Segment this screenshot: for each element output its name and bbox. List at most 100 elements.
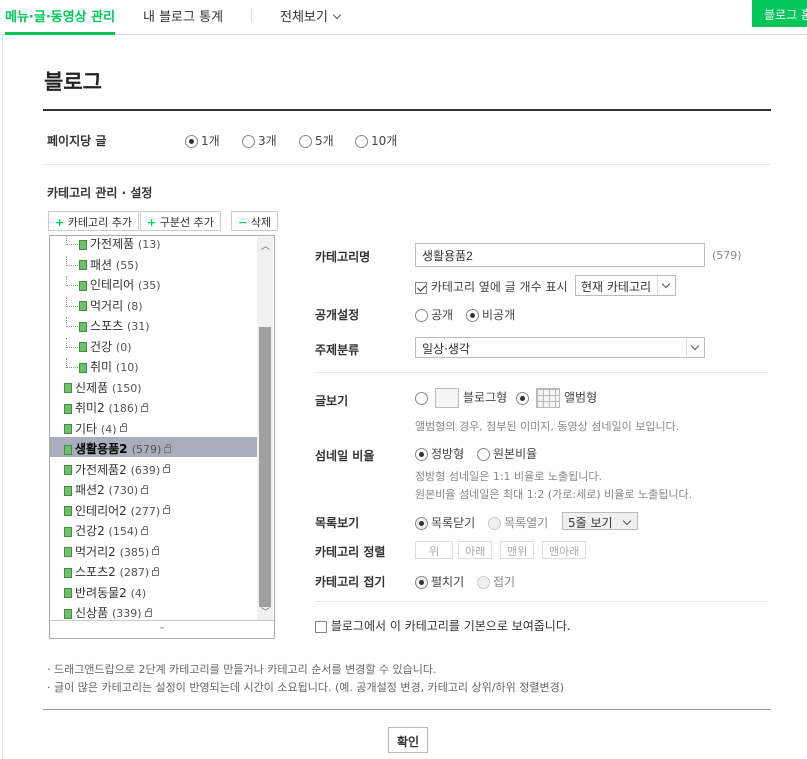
posts-per-page-3[interactable]: 3개 [242,132,277,149]
thumbnail-square[interactable]: 정방형 [415,445,464,462]
list-close[interactable]: 목록닫기 [415,514,475,531]
view-mode-blog[interactable]: 블로그형 [415,388,507,408]
tab-view-all[interactable]: 전체보기 [280,6,342,25]
view-mode-hint: 앨범형의 경우, 첨부된 이미지, 동영상 섬네일이 보입니다. [415,420,680,433]
button-label: 구분선 추가 [159,216,214,229]
category-tree[interactable]: 가전제품 (13) 패션 (55) 인테리어 (35) 먹거리 (8) 스포츠 (31)… [49,235,275,639]
section-divider [43,164,770,165]
top-navigation: 메뉴·글·동영상 관리 내 블로그 통계 전체보기 블로그 홈 [0,0,807,35]
tree-connector [66,236,78,245]
radio-icon [516,391,529,405]
option-label: 비공개 [482,308,516,322]
category-item[interactable]: 인테리어 (35) [50,273,257,293]
lock-icon [144,607,152,617]
category-item[interactable]: 건강2 (154) [50,519,257,539]
category-item[interactable]: 신상품 (339) [50,601,257,621]
view-mode-album[interactable]: 앨범형 [516,388,597,408]
sort-up-button[interactable]: 위 [415,541,453,559]
fold-label: 카테고리 접기 [315,575,386,589]
category-item[interactable]: 기타 (4) [50,417,257,437]
sort-bottom-button[interactable]: 맨아래 [542,541,587,559]
lock-icon [164,443,172,453]
posts-per-page-5[interactable]: 5개 [299,132,334,149]
visibility-public[interactable]: 공개 [415,306,453,323]
thumbnail-original[interactable]: 원본비율 [477,445,537,462]
topic-select[interactable]: 일상·생각 [415,337,705,358]
category-icon [64,526,72,537]
category-name-input[interactable] [415,243,705,267]
visibility-private[interactable]: 비공개 [466,306,515,323]
category-item[interactable]: 취미2 (186) [50,396,257,416]
category-count: (730) [108,484,139,497]
category-item[interactable]: 생활용품2 (579) [50,437,257,457]
lock-icon [141,484,149,494]
category-item[interactable]: 건강 (0) [50,335,257,355]
fold-collapse[interactable]: 접기 [477,573,515,590]
scrollbar[interactable]: ︿ ﹀ [257,237,273,620]
category-item[interactable]: 패션2 (730) [50,478,257,498]
sort-top-button[interactable]: 맨위 [500,541,535,559]
radio-icon [477,448,490,461]
posts-per-page-label: 페이지당 글 [47,134,107,148]
category-item[interactable]: 패션 (55) [50,253,257,273]
category-icon [79,239,87,250]
scroll-up-icon[interactable]: ︿ [261,239,270,252]
category-item[interactable]: 신제품 (150) [50,376,257,396]
note-drag-drop: · 드래그앤드랍으로 2단계 카테고리를 만들거나 카테고리 순서를 변경할 수… [47,663,437,676]
scroll-down-icon[interactable]: ﹀ [261,605,270,618]
default-category-checkbox[interactable]: 블로그에서 이 카테고리를 기본으로 보여줍니다. [315,617,571,634]
scrollbar-thumb[interactable] [259,327,271,607]
category-item[interactable]: 취미 (10) [50,355,257,375]
posts-per-page-10[interactable]: 10개 [355,132,397,149]
category-item[interactable]: 가전제품 (13) [50,236,257,252]
tree-connector [66,317,78,327]
category-name: 인테리어2 [75,503,127,518]
tab-menu-post-video[interactable]: 메뉴·글·동영상 관리 [5,6,116,35]
radio-icon [415,517,428,530]
fold-expand[interactable]: 펼치기 [415,573,464,590]
category-item[interactable]: 스포츠2 (287) [50,560,257,580]
option-label: 목록열기 [504,516,549,530]
sort-down-button[interactable]: 아래 [458,541,493,559]
category-icon [64,383,72,393]
list-open[interactable]: 목록열기 [488,514,548,531]
category-name: 기타 [75,421,98,436]
posts-per-page-1[interactable]: 1개 [185,132,220,149]
lock-icon [141,402,149,412]
tab-blog-stats[interactable]: 내 블로그 통계 [143,6,223,25]
category-count: (55) [115,258,139,272]
show-count-checkbox[interactable]: 카테고리 옆에 글 개수 표시 [415,278,568,295]
category-item[interactable]: 스포츠 (31) [50,314,257,334]
delete-button[interactable]: − 삭제 [231,211,278,231]
category-name: 먹거리 [90,298,124,313]
confirm-button[interactable]: 확인 [388,727,428,753]
category-item[interactable]: 먹거리2 (385) [50,540,257,560]
category-name: 생활용품2 [75,442,128,456]
category-name: 건강2 [75,524,105,538]
add-divider-button[interactable]: + 구분선 추가 [140,211,221,231]
category-count: (4) [130,586,147,600]
category-icon [79,342,87,352]
checkbox-label: 카테고리 옆에 글 개수 표시 [430,280,568,294]
category-name: 가전제품2 [75,462,127,477]
category-item[interactable]: 인테리어2 (277) [50,499,257,519]
category-item[interactable]: 가전제품2 (639) [50,458,257,478]
view-mode-label: 글보기 [315,394,349,408]
category-count: (639) [130,463,161,477]
option-label: 블로그형 [463,390,508,405]
left-border [2,35,3,759]
count-scope-select[interactable]: 현재 카테고리 [575,275,676,296]
lock-icon [119,423,127,432]
blog-home-button[interactable]: 블로그 홈 [752,0,807,27]
option-label: 10개 [371,134,398,148]
lock-icon [163,505,171,514]
list-rows-select[interactable]: 5줄 보기 [562,512,638,530]
option-label: 목록닫기 [431,516,476,530]
note-processing-time: · 글이 많은 카테고리는 설정이 반영되는데 시간이 소요됩니다. (예. 공… [47,681,565,694]
category-item[interactable]: 반려동물2 (4) [50,581,257,601]
add-category-button[interactable]: + 카테고리 추가 [48,211,139,231]
category-item[interactable]: 먹거리 (8) [50,294,257,314]
category-count: (0) [115,340,132,354]
tree-resize-handle[interactable]: ⌄ [50,620,274,638]
radio-icon [415,391,428,405]
